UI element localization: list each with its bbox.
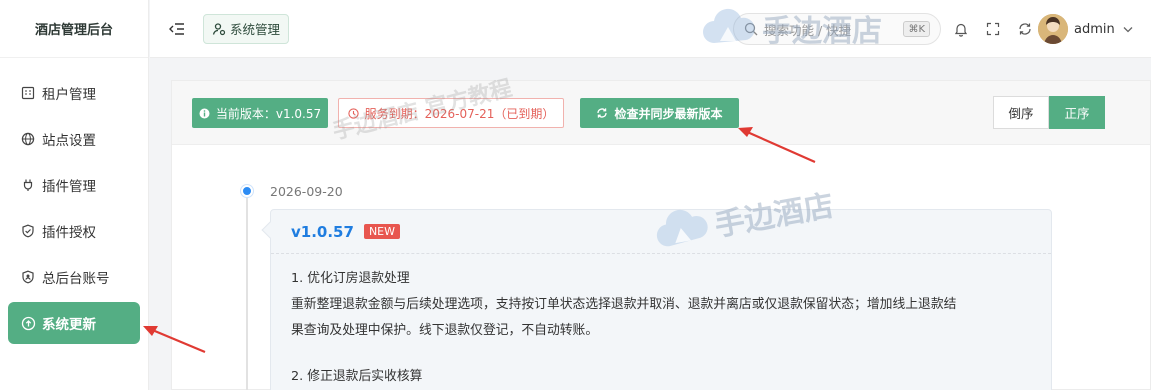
- username: admin: [1074, 21, 1115, 37]
- sidebar-menu: 租户管理 站点设置 插件管理 插件授权 总后台账号 系统更新: [0, 58, 148, 344]
- brand-title: 酒店管理后台: [0, 0, 148, 58]
- timeline-line: [246, 189, 248, 390]
- fullscreen-icon[interactable]: [983, 19, 1003, 39]
- service-expiry-button[interactable]: 服务到期：2026-07-21（已到期）: [338, 98, 564, 128]
- check-update-button[interactable]: 检查并同步最新版本: [580, 98, 739, 128]
- avatar: [1038, 14, 1068, 44]
- release-version: v1.0.57: [291, 222, 354, 241]
- release-note-spacer: [291, 344, 1031, 364]
- timeline-dot: [241, 185, 253, 197]
- sidebar-item-site-settings[interactable]: 站点设置: [0, 116, 148, 162]
- sidebar-item-plugins[interactable]: 插件管理: [0, 162, 148, 208]
- breadcrumb-label: 系统管理: [230, 22, 281, 37]
- cloud-upload-icon: [20, 315, 36, 331]
- bell-icon[interactable]: [951, 19, 971, 39]
- search-input[interactable]: 搜索功能 / 快捷 ⌘K: [733, 13, 941, 45]
- building-icon: [20, 85, 36, 101]
- info-icon: [199, 108, 210, 119]
- header-actions: [951, 19, 1047, 39]
- sort-desc-button[interactable]: 倒序: [993, 96, 1049, 129]
- chevron-down-icon: [1123, 26, 1133, 33]
- shield-check-icon: [20, 223, 36, 239]
- release-card: v1.0.57 NEW 1. 优化订房退款处理 重新整理退款金额与后续处理选项，…: [261, 209, 1052, 390]
- search-shortcut: ⌘K: [903, 21, 930, 37]
- plug-icon: [20, 177, 36, 193]
- sort-toggle: 倒序 正序: [993, 96, 1105, 129]
- sidebar-item-label: 插件管理: [42, 179, 96, 195]
- globe-icon: [20, 131, 36, 147]
- release-note-line: 1. 优化订房退款处理: [291, 271, 410, 286]
- release-note-line: 2. 修正退款后实收核算: [291, 369, 423, 384]
- release-note-line: 重新整理退款金额与后续处理选项，支持按订单状态选择退款并取消、退款并离店或仅退款…: [291, 297, 957, 312]
- top-header: 系统管理 搜索功能 / 快捷 ⌘K admin: [150, 0, 1151, 58]
- release-header: v1.0.57 NEW: [271, 210, 1051, 254]
- check-update-label: 检查并同步最新版本: [614, 106, 723, 121]
- user-settings-icon: [212, 22, 226, 36]
- sidebar-item-label: 总后台账号: [42, 271, 110, 287]
- sidebar-item-system-update[interactable]: 系统更新: [8, 302, 140, 344]
- sidebar: 酒店管理后台 租户管理 站点设置 插件管理 插件授权 总后台账号 系统更新: [0, 0, 149, 390]
- sidebar-item-label: 插件授权: [42, 225, 96, 241]
- sidebar-item-label: 租户管理: [42, 87, 96, 103]
- collapse-sidebar-icon[interactable]: [167, 19, 187, 39]
- release-notes: 1. 优化订房退款处理 重新整理退款金额与后续处理选项，支持按订单状态选择退款并…: [271, 254, 1051, 390]
- search-placeholder: 搜索功能 / 快捷: [764, 22, 852, 38]
- new-badge: NEW: [363, 224, 400, 239]
- refresh-icon[interactable]: [1015, 19, 1035, 39]
- sidebar-item-label: 系统更新: [42, 317, 96, 333]
- sidebar-item-tenant[interactable]: 租户管理: [0, 70, 148, 116]
- release-note-line: 果查询及处理中保护。线下退款仅登记，不自动转账。: [291, 323, 599, 338]
- sidebar-item-label: 站点设置: [42, 133, 96, 149]
- timeline-date: 2026-09-20: [270, 184, 343, 199]
- sidebar-item-admin-accounts[interactable]: 总后台账号: [0, 254, 148, 300]
- breadcrumb-tag[interactable]: 系统管理: [203, 13, 290, 44]
- current-version-button[interactable]: 当前版本：v1.0.57: [192, 98, 328, 128]
- search-icon: [744, 22, 758, 36]
- service-expiry-label: 服务到期：2026-07-21（已到期）: [364, 106, 555, 121]
- update-toolbar: 当前版本：v1.0.57 服务到期：2026-07-21（已到期） 检查并同步最…: [172, 81, 1150, 145]
- current-version-label: 当前版本：v1.0.57: [215, 106, 322, 121]
- sort-asc-button[interactable]: 正序: [1049, 96, 1105, 129]
- user-menu[interactable]: admin: [1038, 14, 1133, 44]
- sidebar-item-plugin-auth[interactable]: 插件授权: [0, 208, 148, 254]
- clock-icon: [347, 107, 359, 119]
- shield-user-icon: [20, 269, 36, 285]
- sync-icon: [596, 107, 608, 119]
- main-panel: 当前版本：v1.0.57 服务到期：2026-07-21（已到期） 检查并同步最…: [171, 80, 1151, 390]
